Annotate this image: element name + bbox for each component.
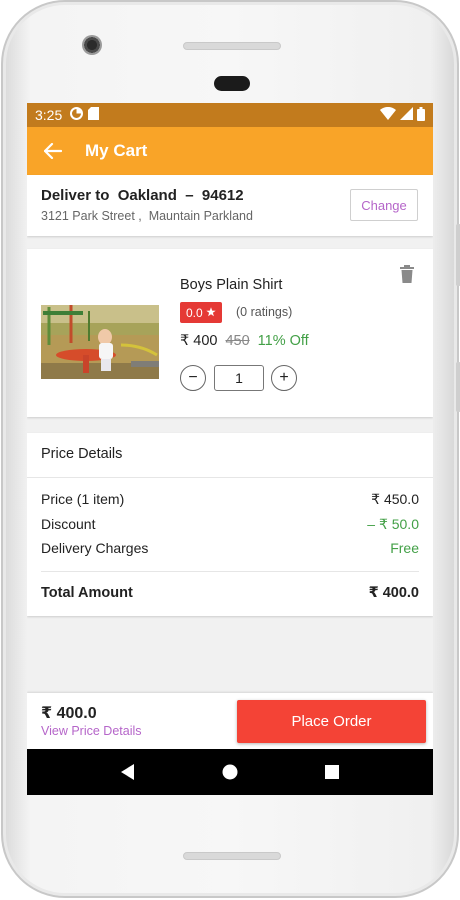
place-order-button[interactable]: Place Order (237, 700, 426, 743)
proximity-sensor (214, 76, 250, 91)
discount-percent: 11% Off (257, 333, 309, 349)
total-amount-label: Total Amount (41, 585, 133, 601)
delivery-charges-value: Free (390, 540, 419, 556)
delivery-charges-row: Delivery Charges Free (41, 540, 419, 556)
total-amount-value: ₹ 400.0 (368, 585, 419, 601)
increase-quantity-button[interactable]: + (271, 365, 297, 391)
screen: 3:25 My Cart Deliver to Oakland – 94612 … (27, 103, 433, 795)
total-amount-row: Total Amount ₹ 400.0 (41, 585, 419, 601)
discount-row: Discount – ₹ 50.0 (41, 516, 419, 533)
change-address-button[interactable]: Change (350, 189, 418, 221)
product-name[interactable]: Boys Plain Shirt (180, 277, 282, 293)
square-recents-icon[interactable] (317, 757, 347, 787)
delivery-address-card: Deliver to Oakland – 94612 3121 Park Str… (27, 175, 433, 236)
data-saver-icon (70, 107, 84, 123)
front-camera (82, 35, 102, 55)
sd-card-icon (88, 107, 100, 123)
bottom-speaker (183, 852, 281, 860)
rating-badge: 0.0 (180, 302, 222, 323)
decrease-quantity-button[interactable]: − (180, 365, 206, 391)
cart-item-card: Boys Plain Shirt 0.0 (0 ratings) ₹ 400 4… (27, 249, 433, 417)
wifi-icon (380, 106, 396, 123)
address-text: 3121 Park Street , Mauntain Parkland (41, 209, 253, 223)
power-button (456, 362, 460, 412)
product-image[interactable] (41, 305, 159, 379)
rating-value: 0.0 (186, 305, 203, 320)
current-price: ₹ 400 (180, 333, 218, 349)
view-price-details-link[interactable]: View Price Details (41, 724, 142, 738)
battery-icon (417, 106, 425, 124)
arrow-left-icon[interactable] (29, 127, 77, 175)
signal-icon (400, 107, 413, 123)
divider (41, 571, 419, 572)
divider (27, 477, 433, 478)
original-price: 450 (225, 333, 250, 349)
app-bar: My Cart (27, 127, 433, 175)
deliver-to-label: Deliver to Oakland – 94612 (41, 187, 244, 204)
quantity-input[interactable] (214, 365, 264, 391)
phone-frame: 3:25 My Cart Deliver to Oakland – 94612 … (1, 0, 460, 898)
status-time: 3:25 (35, 107, 63, 123)
price-label: Price (1 item) (41, 491, 125, 507)
price-details-card: Price Details Price (1 item) ₹ 450.0 Dis… (27, 433, 433, 616)
circle-home-icon[interactable] (215, 757, 245, 787)
navigation-bar (27, 749, 433, 795)
checkout-bar: ₹ 400.0 View Price Details Place Order (27, 693, 433, 749)
price-details-title: Price Details (41, 446, 123, 462)
price-row: ₹ 400 450 11% Off (180, 333, 309, 349)
page-title: My Cart (85, 141, 148, 160)
volume-button (456, 224, 460, 286)
triangle-back-icon[interactable] (113, 757, 143, 787)
discount-label: Discount (41, 516, 96, 532)
delivery-charges-label: Delivery Charges (41, 540, 149, 556)
trash-icon[interactable] (399, 265, 415, 283)
discount-value: – ₹ 50.0 (367, 516, 419, 532)
checkout-total: ₹ 400.0 (41, 705, 97, 722)
price-row-items: Price (1 item) ₹ 450.0 (41, 491, 419, 508)
status-icons (380, 106, 425, 124)
status-bar: 3:25 (27, 103, 433, 127)
ratings-count: (0 ratings) (236, 305, 293, 319)
price-value: ₹ 450.0 (371, 491, 419, 507)
star-icon (205, 306, 216, 320)
earpiece-speaker (183, 42, 281, 50)
